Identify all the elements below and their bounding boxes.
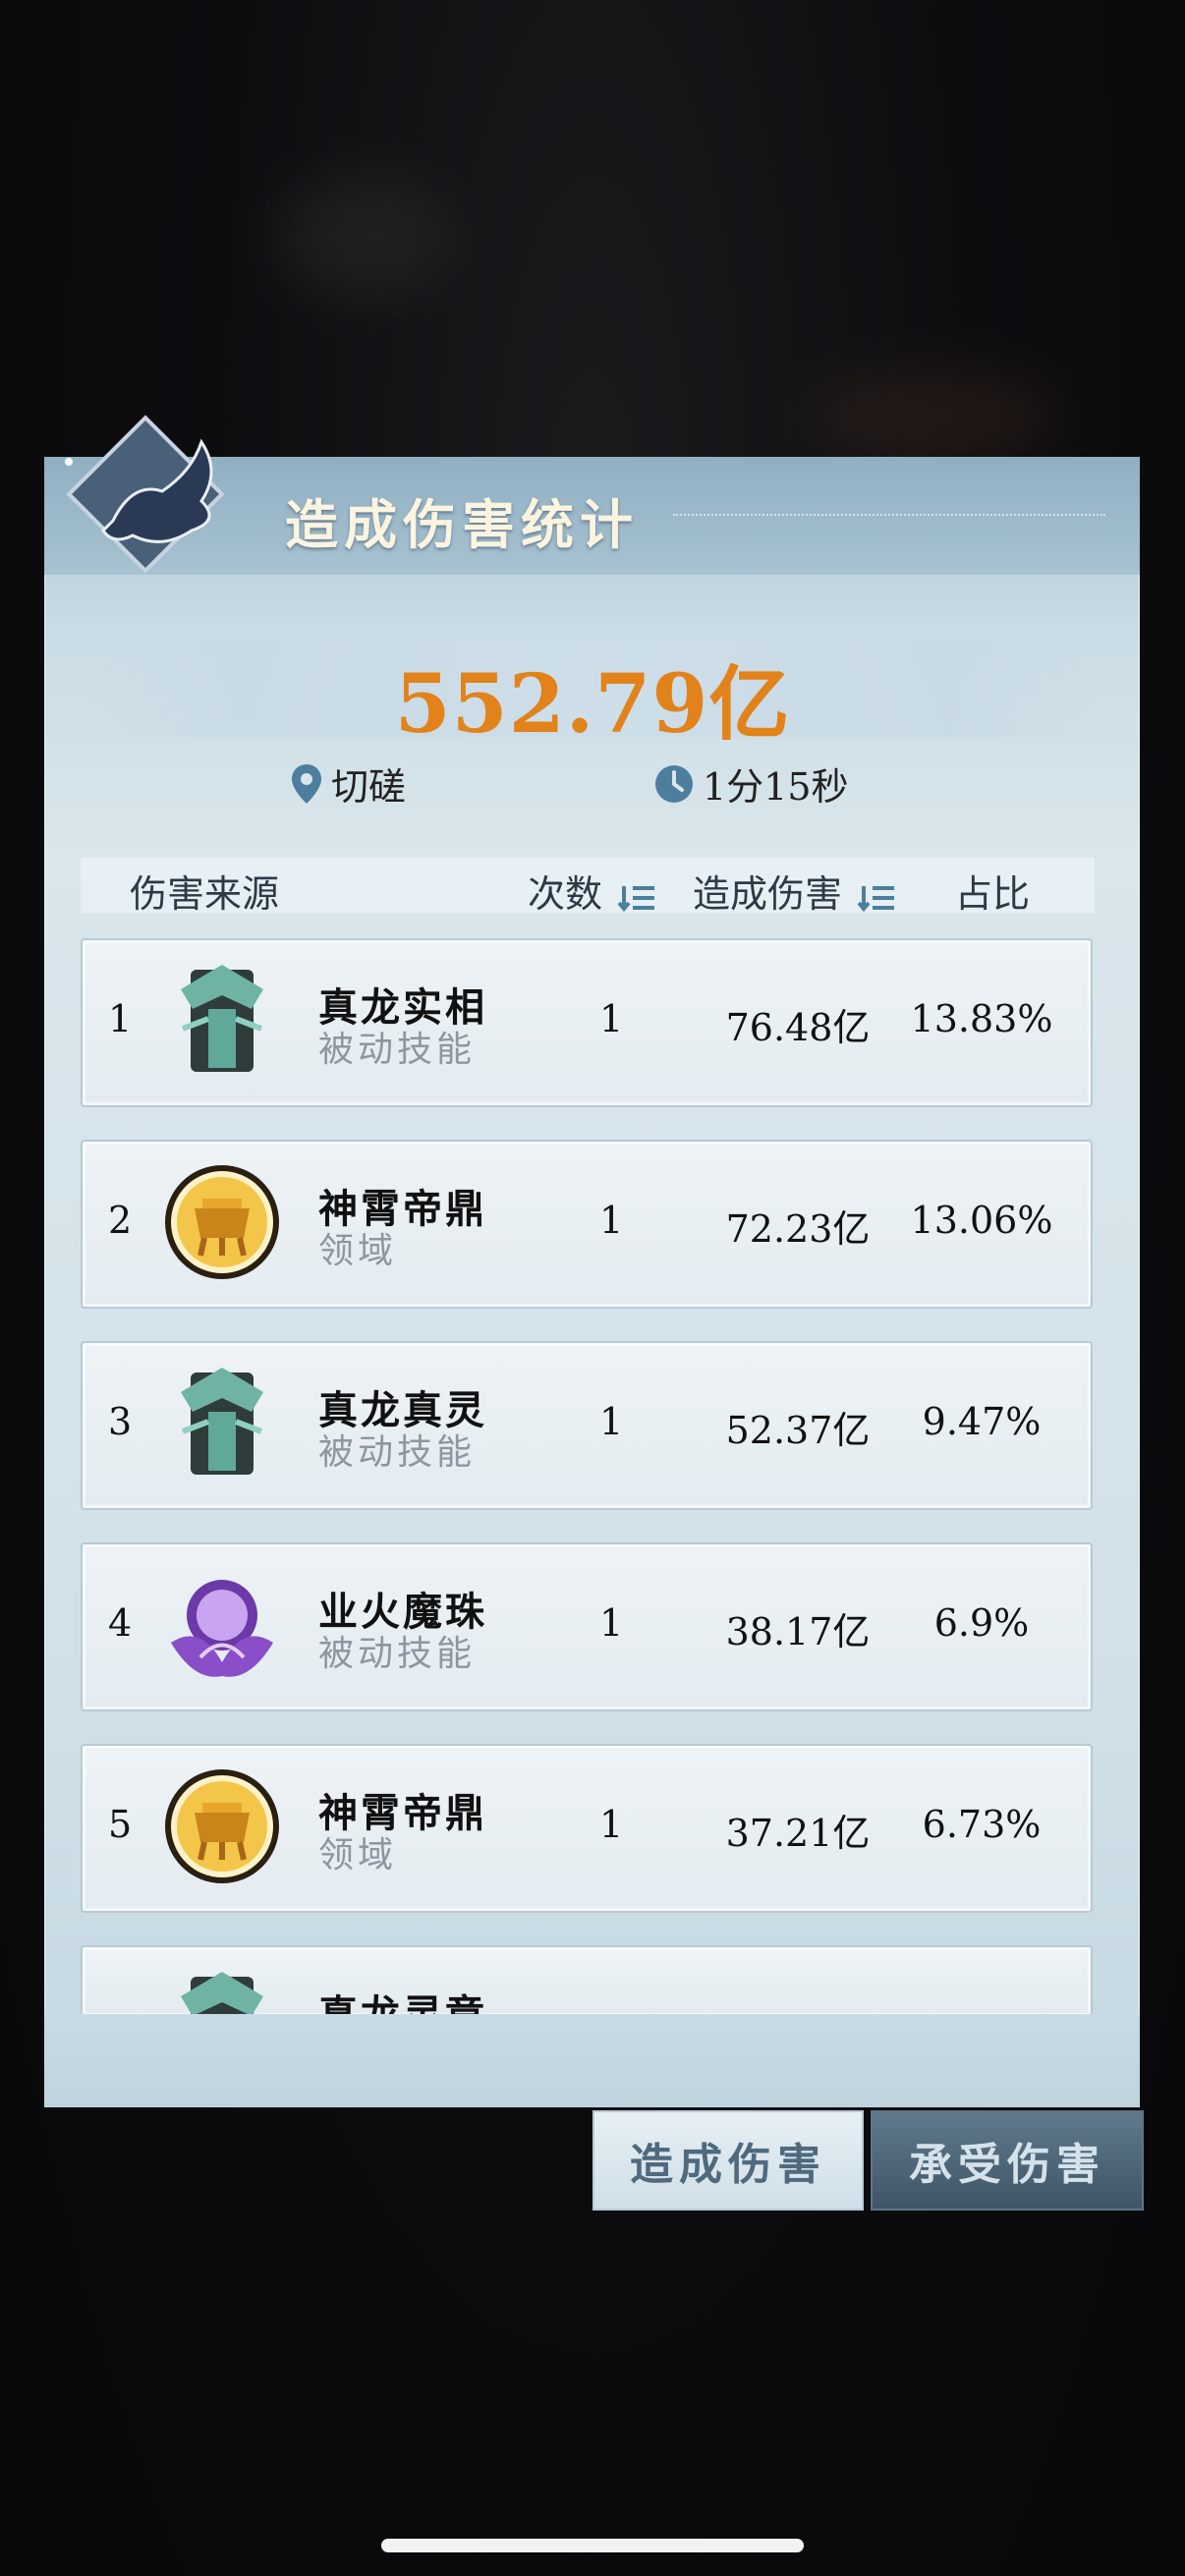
row-damage: 38.17亿 xyxy=(725,1610,871,1653)
row-name: 真龙灵章 xyxy=(318,1991,487,2016)
row-type: 被动技能 xyxy=(318,1030,477,1070)
row-rank: 1 xyxy=(108,997,133,1040)
home-indicator[interactable] xyxy=(381,2539,804,2552)
golden-cauldron-icon xyxy=(165,1165,279,1279)
table-row[interactable]: 3 真龙真灵 被动技能 1 52.37亿 9.47% xyxy=(81,1341,1093,1510)
header-count[interactable]: 次数 xyxy=(528,864,657,918)
row-ratio: 13.83% xyxy=(910,997,1053,1040)
row-rank: 3 xyxy=(108,1400,133,1443)
row-rank: 2 xyxy=(108,1199,133,1242)
row-count: 1 xyxy=(599,997,624,1040)
table-row[interactable]: 2 神霄帝鼎 领域 1 72.23亿 13.06% xyxy=(81,1140,1093,1309)
row-damage: 72.23亿 xyxy=(725,1207,871,1251)
table-row[interactable]: 真龙灵章 xyxy=(81,1945,1093,2016)
row-type: 被动技能 xyxy=(318,1432,477,1473)
background-blur xyxy=(275,177,452,295)
row-damage: 37.21亿 xyxy=(725,1812,871,1855)
row-type: 领域 xyxy=(318,1835,398,1876)
header-ratio: 占比 xyxy=(955,872,1031,916)
golden-cauldron-icon xyxy=(165,1769,279,1883)
header-count-label: 次数 xyxy=(528,872,603,916)
background-blur xyxy=(806,373,1061,462)
tab-damage-taken[interactable]: 承受伤害 xyxy=(871,2110,1144,2211)
row-count: 1 xyxy=(599,1601,624,1645)
header-source: 伤害来源 xyxy=(130,872,280,916)
sort-icon[interactable] xyxy=(618,882,657,914)
table-row[interactable]: 5 神霄帝鼎 领域 1 37.21亿 6.73% xyxy=(81,1744,1093,1913)
header-divider xyxy=(673,514,1105,516)
dragon-totem-icon xyxy=(181,1368,263,1475)
row-rank: 5 xyxy=(108,1803,133,1846)
row-damage: 52.37亿 xyxy=(725,1409,871,1452)
row-count: 1 xyxy=(599,1199,624,1242)
table-header: 伤害来源 次数 造成伤害 占比 xyxy=(81,858,1095,916)
location-pin-icon xyxy=(292,763,321,804)
page-title: 造成伤害统计 xyxy=(285,493,639,556)
panel-footer xyxy=(44,2014,1140,2107)
row-ratio: 6.73% xyxy=(922,1803,1042,1846)
row-damage: 76.48亿 xyxy=(725,1006,871,1049)
purple-lotus-orb-icon xyxy=(171,1580,273,1677)
beast-emblem-icon xyxy=(65,415,225,574)
row-count: 1 xyxy=(599,1803,624,1846)
table-row[interactable]: 1 真龙实相 被动技能 1 76.48亿 13.83% xyxy=(81,938,1093,1107)
location-info: 切磋 xyxy=(290,756,406,811)
row-ratio: 13.06% xyxy=(910,1199,1053,1242)
duration-label: 1分15秒 xyxy=(703,765,849,809)
row-type: 被动技能 xyxy=(318,1634,477,1674)
duration-info: 1分15秒 xyxy=(653,756,849,811)
header-damage[interactable]: 造成伤害 xyxy=(693,864,897,918)
row-type: 领域 xyxy=(318,1231,398,1271)
tab-damage-dealt[interactable]: 造成伤害 xyxy=(592,2110,864,2211)
location-label: 切磋 xyxy=(331,765,407,809)
header-damage-label: 造成伤害 xyxy=(693,872,843,916)
clock-icon xyxy=(655,764,693,803)
row-rank: 4 xyxy=(108,1601,133,1645)
dragon-totem-icon xyxy=(181,1972,263,2016)
row-count: 1 xyxy=(599,1400,624,1443)
dragon-totem-icon xyxy=(181,965,263,1072)
total-damage-value: 552.79亿 xyxy=(394,657,791,752)
sort-icon[interactable] xyxy=(858,882,897,914)
table-row[interactable]: 4 业火魔珠 被动技能 1 38.17亿 6.9% xyxy=(81,1542,1093,1711)
row-ratio: 9.47% xyxy=(922,1400,1042,1443)
row-ratio: 6.9% xyxy=(933,1601,1030,1645)
